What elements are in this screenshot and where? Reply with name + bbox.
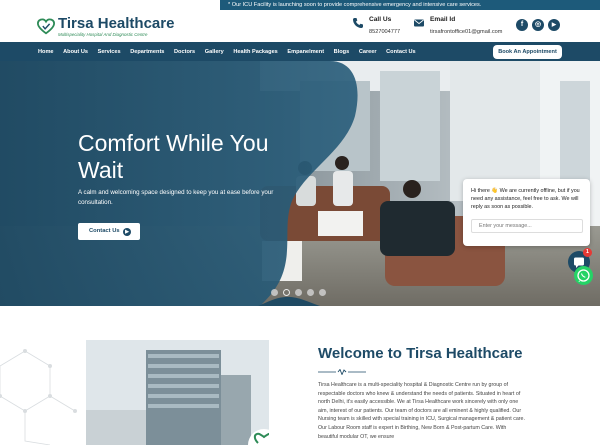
facebook-icon[interactable]: f <box>516 19 528 31</box>
call-us-block[interactable]: Call Us 8527004777 <box>352 16 400 36</box>
nav-empanelment[interactable]: Empanelment <box>287 49 324 55</box>
nav-departments[interactable]: Departments <box>130 49 164 55</box>
hero-subtext: A calm and welcoming space designed to k… <box>78 189 274 206</box>
instagram-icon[interactable]: ◎ <box>532 19 544 31</box>
brand-name: Tirsa Healthcare <box>58 15 175 32</box>
about-title: Welcome to Tirsa Healthcare <box>318 345 523 362</box>
chat-widget: Hi there 👋 We are currently offline, but… <box>463 179 590 246</box>
slider-dot-active[interactable] <box>283 289 290 296</box>
heart-logo-icon <box>37 18 55 35</box>
contact-us-button[interactable]: Contact Us ▶ <box>78 223 140 240</box>
contact-us-label: Contact Us <box>89 228 120 234</box>
youtube-icon[interactable]: ▶ <box>548 19 560 31</box>
whatsapp-button[interactable] <box>574 266 593 285</box>
nav-services[interactable]: Services <box>98 49 121 55</box>
nav-home[interactable]: Home <box>38 49 54 55</box>
slider-dot[interactable] <box>271 289 278 296</box>
nav-gallery[interactable]: Gallery <box>205 49 224 55</box>
nav-health-packages[interactable]: Health Packages <box>233 49 277 55</box>
about-body-text: Tirsa Healthcare is a multi-speciality h… <box>318 382 525 440</box>
chat-offline-message: Hi there 👋 We are currently offline, but… <box>471 188 580 210</box>
main-nav: Home About Us Services Departments Docto… <box>0 42 600 61</box>
chat-message-input[interactable] <box>471 219 583 233</box>
hospital-building-image <box>86 340 269 445</box>
mail-icon <box>414 19 424 27</box>
nav-contact-us[interactable]: Contact Us <box>386 49 416 55</box>
slider-dot[interactable] <box>295 289 302 296</box>
social-links: f ◎ ▶ <box>516 19 560 31</box>
phone-icon <box>353 18 363 28</box>
network-decoration <box>0 349 77 445</box>
building-photo <box>86 340 269 445</box>
arrow-right-icon: ▶ <box>123 227 131 236</box>
nav-career[interactable]: Career <box>359 49 377 55</box>
email-label: Email Id <box>430 16 456 23</box>
site-header: Tirsa Healthcare Multispeciality Hospita… <box>0 10 600 42</box>
about-section: Welcome to Tirsa Healthcare Tirsa Health… <box>0 306 600 445</box>
call-label: Call Us <box>369 16 392 23</box>
slider-dot[interactable] <box>307 289 314 296</box>
email-block[interactable]: Email Id tirsafrontoffice01@gmail.com <box>413 16 502 36</box>
email-address[interactable]: tirsafrontoffice01@gmail.com <box>430 28 502 36</box>
title-divider <box>318 369 366 375</box>
whatsapp-icon <box>577 269 590 282</box>
slider-dots <box>271 289 326 296</box>
nav-about-us[interactable]: About Us <box>63 49 88 55</box>
unread-badge: 1 <box>583 248 592 257</box>
nav-doctors[interactable]: Doctors <box>174 49 195 55</box>
book-appointment-button[interactable]: Book An Appointment <box>493 45 562 59</box>
brand-tagline: Multispeciality Hospital And Diagnostic … <box>58 32 148 37</box>
announcement-text: * Our ICU Facility is launching soon to … <box>220 0 600 10</box>
phone-number[interactable]: 8527004777 <box>369 28 400 36</box>
hero-heading: Comfort While You Wait <box>78 130 269 183</box>
slider-dot[interactable] <box>319 289 326 296</box>
nav-blogs[interactable]: Blogs <box>334 49 350 55</box>
brand-logo[interactable]: Tirsa Healthcare Multispeciality Hospita… <box>37 16 174 38</box>
